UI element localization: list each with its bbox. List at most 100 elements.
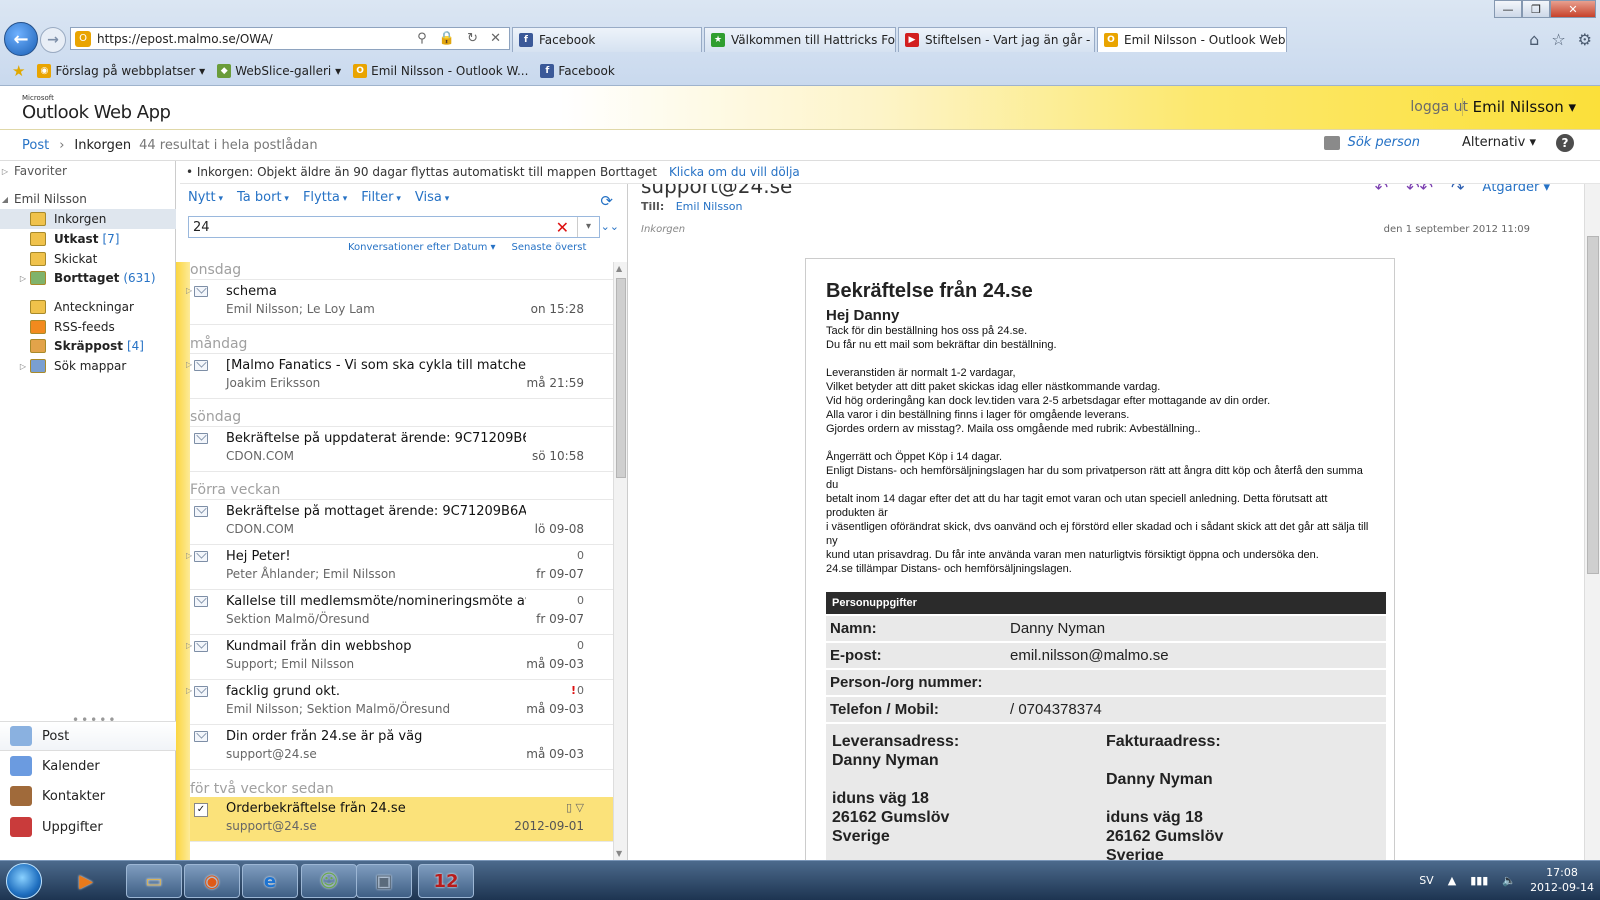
forward-button[interactable]: → (40, 27, 66, 53)
address-tools-icon[interactable]: ⚲ 🔒 ↻ ✕ (417, 31, 509, 46)
hide-notice-link[interactable]: Klicka om du vill dölja (669, 165, 800, 179)
address-bar[interactable]: O https://epost.malmo.se/OWA/ ⚲ 🔒 ↻ ✕ (70, 27, 510, 50)
account-node[interactable]: ◢ Emil Nilsson (0, 189, 176, 209)
actions-menu[interactable]: Åtgärder ▾ (1482, 184, 1550, 195)
tray-arrow-icon[interactable]: ▲ (1448, 874, 1456, 887)
reading-scroll-thumb[interactable] (1587, 236, 1599, 574)
module-uppgifter[interactable]: Uppgifter (0, 812, 176, 842)
scroll-thumb[interactable] (616, 278, 626, 478)
favorite-item[interactable]: f Facebook (540, 64, 615, 78)
favorite-icon: ◉ (37, 64, 52, 78)
message-row[interactable]: Bekräftelse på uppdaterat ärende: 9C7120… (190, 427, 614, 472)
clock[interactable]: 17:08 2012-09-14 (1530, 865, 1594, 895)
taskbar-app[interactable]: ▣ (356, 864, 412, 898)
folder-anteckningar[interactable]: Anteckningar (0, 297, 176, 317)
sort-order-toggle[interactable]: Senaste överst (512, 242, 587, 253)
folder-utkast[interactable]: Utkast [7] (0, 229, 176, 249)
message-row[interactable]: ▷ schema Emil Nilsson; Le Loy Lam on 15:28 (186, 280, 614, 325)
taskbar-app[interactable]: ☺ (301, 864, 357, 898)
expand-icon[interactable]: ▷ (18, 274, 28, 283)
expand-conversation-icon[interactable]: ▷ (186, 551, 192, 560)
network-icon[interactable]: ▮▮▮ (1470, 874, 1488, 887)
taskbar-app[interactable]: ▭ (126, 864, 182, 898)
toolbar-flytta[interactable]: Flytta (303, 190, 347, 205)
maximize-button[interactable]: ❐ (1522, 0, 1550, 18)
message-row[interactable]: ▷ Hej Peter! Peter Åhlander; Emil Nilsson f… (186, 545, 614, 590)
expand-conversation-icon[interactable]: ▷ (186, 641, 192, 650)
refresh-icon[interactable]: ⟳ (600, 192, 613, 210)
checkbox-icon[interactable]: ✓ (194, 803, 208, 817)
message-sender[interactable]: support@24.se (641, 184, 792, 198)
start-button[interactable] (6, 863, 42, 899)
help-icon[interactable]: ? (1556, 134, 1574, 152)
message-row[interactable]: ▷ Kundmail från din webbshop Support; Emil… (186, 635, 614, 680)
taskbar-app[interactable]: 12 (418, 864, 474, 898)
sort-by-dropdown[interactable]: Konversationer efter Datum ▾ (348, 242, 496, 253)
message-row[interactable]: ✓ Orderbekräftelse från 24.se support@24.s… (190, 797, 614, 842)
message-date: må 09-03 (526, 657, 584, 671)
reply-all-icon[interactable]: ↶↶ (1406, 184, 1433, 197)
browser-tab[interactable]: ★ Välkommen till Hattricks Foru... (704, 27, 896, 52)
module-kalender[interactable]: Kalender (0, 751, 176, 781)
favorite-item[interactable]: ◉ Förslag på webbplatser ▾ (37, 64, 205, 78)
scroll-up-icon[interactable]: ▲ (616, 264, 622, 273)
folder-skickat[interactable]: Skickat (0, 249, 176, 269)
toolbar-nytt[interactable]: Nytt (188, 190, 223, 205)
scroll-down-icon[interactable]: ▼ (616, 849, 622, 858)
browser-tab[interactable]: f Facebook (512, 27, 702, 52)
list-scrollbar[interactable]: ▲ ▼ (613, 262, 627, 860)
search-options-dropdown[interactable]: ▾ (577, 217, 599, 237)
favorites-node[interactable]: ▷ Favoriter (0, 161, 176, 181)
reading-scrollbar[interactable] (1584, 184, 1600, 860)
folder-sök-mappar[interactable]: ▷ Sök mappar (0, 356, 176, 376)
toolbar-ta-bort[interactable]: Ta bort (237, 190, 289, 205)
paragraph-delivery: Leveranstiden är normalt 1-2 vardagar, Vi… (826, 366, 1374, 436)
minimize-button[interactable]: — (1494, 0, 1522, 18)
folder-rss-feeds[interactable]: RSS-feeds (0, 317, 176, 337)
folder-skräppost[interactable]: Skräppost [4] (0, 336, 176, 356)
message-row[interactable]: Kallelse till medlemsmöte/nomineringsmöt… (190, 590, 614, 635)
language-indicator[interactable]: SV (1419, 874, 1434, 887)
forward-icon[interactable]: ↷ (1451, 184, 1464, 197)
add-favorite-star-icon[interactable]: ★ (12, 62, 25, 80)
settings-gear-icon[interactable]: ⚙ (1578, 30, 1592, 49)
module-kontakter[interactable]: Kontakter (0, 781, 176, 811)
breadcrumb-post[interactable]: Post (22, 138, 49, 153)
reply-icon[interactable]: ↶ (1375, 184, 1388, 197)
expand-icon[interactable]: ▷ (18, 362, 28, 371)
logout-link[interactable]: logga ut (1410, 99, 1468, 115)
taskbar-app[interactable]: ◉ (184, 864, 240, 898)
favorite-item[interactable]: O Emil Nilsson - Outlook W... (353, 64, 528, 78)
close-window-button[interactable]: ✕ (1550, 0, 1596, 18)
expand-search-icon[interactable]: ⌄⌄ (601, 220, 619, 233)
expand-conversation-icon[interactable]: ▷ (186, 686, 192, 695)
clear-search-icon[interactable]: ✕ (556, 218, 569, 237)
favorites-star-icon[interactable]: ☆ (1551, 30, 1565, 49)
expand-conversation-icon[interactable]: ▷ (186, 286, 192, 295)
home-icon[interactable]: ⌂ (1529, 30, 1539, 49)
message-row[interactable]: ▷ [Malmo Fanatics - Vi som ska cykla till… (186, 354, 614, 399)
message-row[interactable]: Din order från 24.se är på väg support@24… (190, 725, 614, 770)
message-row[interactable]: Bekräftelse på mottaget ärende: 9C71209B… (190, 500, 614, 545)
recipient-link[interactable]: Emil Nilsson (676, 200, 743, 213)
back-button[interactable]: ← (4, 22, 38, 56)
browser-tab[interactable]: ▶ Stiftelsen - Vart jag än går - Yo... (898, 27, 1095, 52)
browser-tab[interactable]: OEmil Nilsson - Outlook Web...✕ (1097, 27, 1287, 52)
toolbar-filter[interactable]: Filter (361, 190, 401, 205)
taskbar-app[interactable]: e (242, 864, 298, 898)
module-post[interactable]: Post (0, 721, 176, 751)
favorite-item[interactable]: ◆ WebSlice-galleri ▾ (217, 64, 341, 78)
options-menu[interactable]: Alternativ ▾ (1462, 135, 1536, 150)
find-person-link[interactable]: Sök person (1323, 135, 1420, 150)
volume-icon[interactable]: 🔈 (1502, 874, 1516, 887)
folder-inkorgen[interactable]: Inkorgen (0, 209, 176, 229)
module-label: Uppgifter (42, 819, 103, 835)
recipients: Till: Emil Nilsson (641, 200, 743, 213)
taskbar-app[interactable]: ▶ (58, 864, 114, 898)
toolbar-visa[interactable]: Visa (415, 190, 449, 205)
folder-borttaget[interactable]: ▷ Borttaget (631) (0, 268, 176, 288)
expand-conversation-icon[interactable]: ▷ (186, 360, 192, 369)
message-row[interactable]: ▷ facklig grund okt. Emil Nilsson; Sektion… (186, 680, 614, 725)
user-menu[interactable]: Emil Nilsson ▾ (1461, 98, 1576, 116)
search-input[interactable]: 24 ✕ ▾ (188, 216, 600, 238)
